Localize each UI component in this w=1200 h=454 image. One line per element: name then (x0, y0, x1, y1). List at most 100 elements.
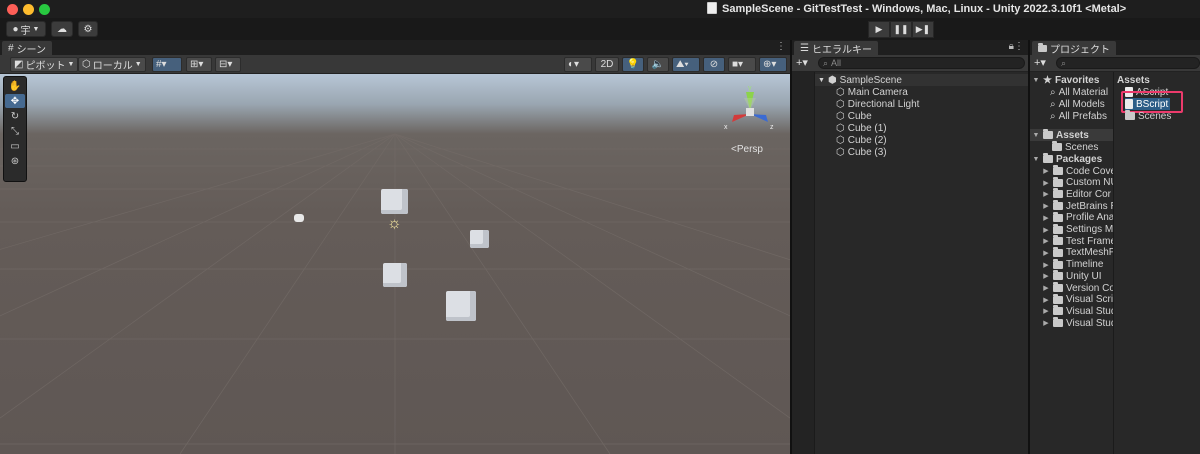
transform-tool-button[interactable]: ⊛ (5, 154, 25, 168)
2d-toggle[interactable]: 2D (595, 57, 619, 72)
asset-item[interactable]: Scenes (1125, 110, 1171, 122)
cube-object[interactable] (381, 189, 408, 214)
assets-subfolder[interactable]: Scenes (1052, 141, 1098, 153)
hierarchy-search-input[interactable]: ⌕ All (818, 57, 1025, 69)
folder-icon (1053, 176, 1063, 187)
gear-icon: ⚙ (83, 23, 93, 35)
gameobject-icon: ⬡ (836, 98, 845, 110)
tab-project[interactable]: プロジェクト (1032, 41, 1116, 56)
gameobject-icon: ⬡ (836, 86, 845, 98)
scale-tool-button[interactable]: ⤡ (5, 124, 25, 138)
favorites-item[interactable]: ⌕ All Models (1050, 98, 1105, 110)
pivot-dropdown[interactable]: ◩ ピボット ▼ (10, 57, 79, 72)
asset-breadcrumb[interactable]: Assets (1117, 74, 1150, 86)
draw-mode-dropdown[interactable]: ◐▾ (564, 57, 592, 72)
play-button[interactable]: ▶ (868, 21, 890, 38)
package-folder[interactable]: ▶ Editor Cor (1042, 188, 1111, 200)
favorites-item[interactable]: ⌕ All Prefabs (1050, 110, 1107, 122)
tab-scene[interactable]: # シーン (2, 41, 53, 56)
rotate-tool-button[interactable]: ↻ (5, 109, 25, 123)
collapse-arrow-icon: ▶ (1043, 273, 1049, 281)
move-tool-button[interactable]: ✥ (5, 94, 25, 108)
hierarchy-tree: ▼ ⬢ SampleScene ⬡ Main Camera ⬡ Directio… (792, 72, 1028, 454)
sun-light-icon[interactable]: ☼ (387, 215, 402, 233)
gizmos-dropdown[interactable]: ⊕▾ (759, 57, 787, 72)
orientation-gizmo[interactable]: y x z (720, 82, 780, 142)
hierarchy-item-label: Cube (3) (847, 146, 887, 158)
lighting-toggle[interactable]: 💡 (622, 57, 644, 72)
services-button[interactable]: ⚙ (78, 21, 98, 37)
cube-object[interactable] (383, 263, 407, 287)
hierarchy-item[interactable]: ⬡ Cube (2) (836, 134, 887, 146)
scene-menu-icon[interactable]: ⋮ (776, 41, 786, 52)
unity-scene-icon: ⬢ (827, 74, 837, 86)
camera-gizmo-icon[interactable] (294, 214, 304, 222)
package-folder[interactable]: ▶ Custom NU (1042, 176, 1113, 189)
hierarchy-item[interactable]: ⬡ Directional Light (836, 98, 919, 110)
package-folder[interactable]: ▶ Settings Ma (1042, 223, 1113, 236)
window-title: SampleScene - GitTestTest - Windows, Mac… (722, 3, 1127, 15)
hierarchy-item[interactable]: ⬡ Cube (836, 110, 872, 122)
package-folder[interactable]: ▶ TextMeshP (1042, 246, 1113, 259)
package-folder[interactable]: ▶ Visual Stud (1042, 305, 1113, 317)
close-window-button[interactable] (7, 4, 18, 15)
package-folder[interactable]: ▶ Profile Ana (1042, 211, 1114, 224)
cube-object[interactable] (470, 230, 489, 248)
folder-icon (1053, 165, 1063, 175)
minimize-window-button[interactable] (23, 4, 34, 15)
speaker-icon: 🔈 (651, 59, 665, 70)
tab-hierarchy[interactable]: ☰ ヒエラルキー (794, 41, 878, 56)
effects-dropdown[interactable]: ⛰▾ (672, 57, 700, 72)
cube-object[interactable] (446, 291, 476, 321)
folder-icon (1053, 282, 1063, 292)
local-dropdown[interactable]: ⬡ ローカル ▼ (78, 57, 146, 72)
rect-tool-button[interactable]: ▭ (5, 139, 25, 153)
hierarchy-item[interactable]: ⬡ Cube (3) (836, 146, 887, 158)
asset-item-selected[interactable]: BScript (1125, 98, 1171, 110)
project-search-input[interactable]: ⌕ (1056, 57, 1200, 69)
package-folder[interactable]: ▶ Test Frame (1042, 235, 1113, 247)
grid-snap-toggle[interactable]: #▾ (152, 57, 182, 72)
increment-snap-dropdown[interactable]: ⊟▾ (215, 57, 241, 72)
package-folder[interactable]: ▶ JetBrains R (1042, 200, 1113, 212)
package-folder[interactable]: ▶ Visual Stud (1042, 317, 1113, 329)
hierarchy-item-label: Cube (847, 110, 872, 122)
scene-viewport[interactable]: ✋ ✥ ↻ ⤡ ▭ ⊛ ☼ y x z <Persp (0, 74, 790, 454)
cloud-button[interactable]: ☁ (51, 21, 73, 37)
tab-project-label: プロジェクト (1050, 44, 1110, 56)
package-folder[interactable]: ▶ Visual Scrip (1042, 293, 1113, 306)
account-label: 宇 (20, 25, 31, 37)
camera-dropdown[interactable]: ■▾ (728, 57, 756, 72)
package-folder[interactable]: ▶ Unity UI (1042, 270, 1102, 282)
package-folder[interactable]: ▶ Code Cove (1042, 165, 1113, 177)
account-button[interactable]: ● 宇 ▼ (6, 21, 46, 37)
create-asset-button[interactable]: +▾ (1034, 56, 1046, 69)
hierarchy-item[interactable]: ⬡ Cube (1) (836, 122, 887, 134)
hierarchy-item-label: Main Camera (847, 86, 908, 98)
transform-icon: ⊛ (10, 155, 20, 167)
packages-folder[interactable]: ▼ Packages (1032, 153, 1102, 165)
assets-folder[interactable]: ▼ Assets (1032, 129, 1089, 141)
hierarchy-search-placeholder: All (831, 58, 842, 68)
create-button[interactable]: +▾ (796, 56, 808, 69)
hand-tool-button[interactable]: ✋ (5, 79, 25, 93)
projection-label[interactable]: <Persp (731, 144, 763, 155)
package-folder[interactable]: ▶ Timeline (1042, 258, 1103, 271)
account-icon: ● (12, 23, 19, 35)
hierarchy-item[interactable]: ⬡ Main Camera (836, 86, 908, 98)
maximize-window-button[interactable] (39, 4, 50, 15)
package-label: Profile Ana (1066, 212, 1114, 224)
folder-icon (1053, 258, 1063, 269)
scene-root-row[interactable]: ▼ ⬢ SampleScene (818, 74, 902, 86)
favorites-item[interactable]: ⌕ All Material (1050, 86, 1108, 98)
grid-visibility-dropdown[interactable]: ⊞▾ (186, 57, 212, 72)
collapse-arrow-icon: ▶ (1043, 191, 1049, 199)
step-button[interactable]: ▶❚ (912, 21, 934, 38)
visibility-toggle[interactable]: ⊘ (703, 57, 725, 72)
package-folder[interactable]: ▶ Version Co (1042, 282, 1113, 294)
favorites-header[interactable]: ▼ ★ Favorites (1032, 74, 1100, 86)
hierarchy-menu-icon[interactable]: ⋮ (1014, 41, 1024, 52)
pivot-label: ピボット (25, 61, 66, 72)
pause-button[interactable]: ❚❚ (890, 21, 912, 38)
audio-toggle[interactable]: 🔈 (647, 57, 669, 72)
